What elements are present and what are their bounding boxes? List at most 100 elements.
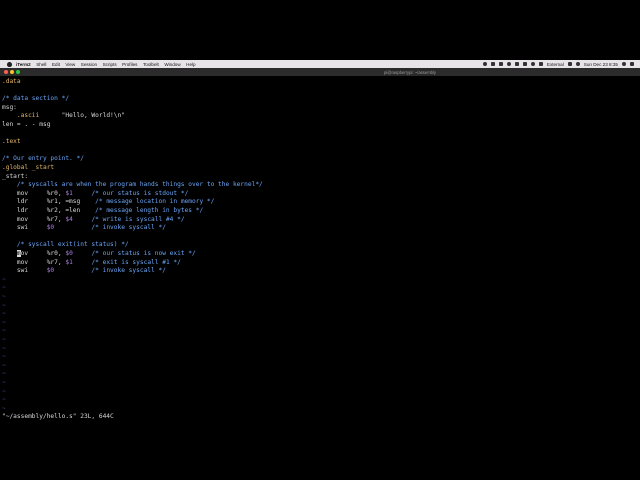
code-token: .ascii bbox=[16, 112, 40, 120]
code-line[interactable]: /* Our entry point. */ bbox=[2, 155, 84, 164]
window-titlebar[interactable]: pi@raspberrypi: ~/assembly bbox=[0, 68, 640, 76]
code-line[interactable]: msg: bbox=[2, 104, 17, 113]
code-token: .global _start bbox=[2, 164, 55, 171]
code-token: msg: bbox=[2, 103, 17, 111]
record-icon[interactable] bbox=[482, 62, 487, 66]
code-line[interactable]: mov %r7, $4 /* write is syscall #4 */ bbox=[2, 216, 185, 225]
menu-help[interactable]: Help bbox=[186, 62, 195, 67]
code-token: _start: bbox=[2, 172, 29, 180]
code-token: /* invoke syscall */ bbox=[91, 267, 166, 275]
code-line[interactable]: .global _start bbox=[2, 164, 54, 173]
code-line[interactable]: swi $0 /* invoke syscall */ bbox=[2, 267, 166, 276]
code-token: $0 bbox=[65, 250, 73, 257]
user-icon[interactable] bbox=[575, 62, 580, 66]
code-token: /* data section */ bbox=[2, 95, 70, 103]
code-token: mov %r0, bbox=[2, 189, 66, 197]
menu-profiles[interactable]: Profiles bbox=[122, 62, 137, 67]
code-token: mov %r7, bbox=[2, 258, 66, 266]
code-token: /* our status is stdout */ bbox=[91, 189, 189, 197]
menu-view[interactable]: View bbox=[65, 62, 75, 67]
code-token: /* exit is syscall #1 */ bbox=[91, 258, 181, 266]
menu-toolbelt[interactable]: Toolbelt bbox=[143, 62, 159, 67]
code-line[interactable]: mov %r7, $1 /* exit is syscall #1 */ bbox=[2, 259, 181, 268]
code-line[interactable]: /* syscall exit(int status) */ bbox=[2, 241, 129, 250]
close-window-button[interactable] bbox=[4, 70, 8, 74]
display-name[interactable]: External bbox=[547, 62, 564, 67]
notification-icon[interactable] bbox=[630, 62, 634, 66]
code-line[interactable]: mov %r0, $1 /* our status is stdout */ bbox=[2, 190, 188, 199]
code-line[interactable]: mov %r0, $0 /* our status is now exit */ bbox=[2, 250, 196, 259]
code-line[interactable]: ldr %r1, =msg /* message location in mem… bbox=[2, 198, 214, 207]
menubar-clock[interactable]: Sun Dec 23 8:35 bbox=[584, 62, 618, 67]
menu-shell[interactable]: Shell bbox=[36, 62, 46, 67]
code-token: swi bbox=[2, 267, 47, 275]
code-token: .data bbox=[2, 78, 21, 85]
empty-line-tilde: ~ bbox=[2, 293, 6, 300]
empty-line-tilde: ~ bbox=[2, 284, 6, 292]
empty-line-tilde: ~ bbox=[2, 275, 6, 283]
display-icon[interactable] bbox=[538, 62, 543, 66]
grid-icon[interactable] bbox=[522, 62, 527, 66]
apple-icon[interactable] bbox=[7, 61, 12, 67]
minimize-window-button[interactable] bbox=[10, 70, 14, 74]
empty-line-tilde: ~ bbox=[2, 370, 6, 378]
code-line[interactable]: _start: bbox=[2, 173, 28, 182]
battery-icon[interactable] bbox=[567, 62, 572, 66]
app-menu[interactable]: iTerm2 bbox=[16, 62, 31, 67]
code-token: $4 bbox=[65, 215, 73, 223]
vim-status-line: "~/assembly/hello.s" 23L, 644C bbox=[2, 413, 114, 420]
empty-line-tilde: ~ bbox=[2, 396, 6, 404]
code-token: ldr %r2, =len bbox=[2, 207, 96, 214]
empty-line-tilde: ~ bbox=[2, 361, 6, 369]
code-line[interactable]: /* data section */ bbox=[2, 95, 69, 104]
menu-window[interactable]: Window bbox=[164, 62, 180, 67]
empty-line-tilde: ~ bbox=[2, 310, 6, 318]
search-icon[interactable] bbox=[622, 62, 626, 66]
code-token: /* message location in memory */ bbox=[95, 198, 215, 206]
code-token: /* message length in bytes */ bbox=[95, 207, 204, 214]
code-line[interactable]: /* syscalls are when the program hands t… bbox=[2, 181, 263, 190]
menubar-tray: External Sun Dec 23 8:35 bbox=[482, 60, 634, 68]
sync-icon[interactable] bbox=[506, 62, 511, 66]
empty-line-tilde: ~ bbox=[2, 404, 6, 412]
code-line[interactable]: .ascii "Hello, World!\n" bbox=[2, 112, 125, 121]
wifi-icon[interactable] bbox=[530, 62, 535, 66]
empty-line-tilde: ~ bbox=[2, 301, 6, 309]
code-line[interactable]: .text bbox=[2, 138, 21, 147]
app-tray-icon[interactable] bbox=[490, 62, 495, 66]
terminal-editor[interactable]: .data /* data section */msg: .ascii "Hell… bbox=[0, 76, 640, 420]
menu-scripts[interactable]: Scripts bbox=[103, 62, 117, 67]
code-line[interactable]: ldr %r2, =len /* message length in bytes… bbox=[2, 207, 203, 216]
menu-session[interactable]: Session bbox=[81, 62, 97, 67]
code-token: /* write is syscall #4 */ bbox=[91, 215, 185, 223]
code-token: /* syscalls are when the program hands t… bbox=[2, 181, 263, 189]
code-token: $1 bbox=[65, 189, 73, 197]
code-token: .text bbox=[2, 138, 21, 146]
code-line[interactable]: swi $0 /* invoke syscall */ bbox=[2, 224, 166, 233]
code-token: ov %r0, bbox=[20, 250, 66, 257]
tools-icon[interactable] bbox=[514, 62, 519, 66]
code-line[interactable]: .data bbox=[2, 78, 21, 87]
code-line[interactable]: len = . - msg bbox=[2, 121, 50, 130]
empty-line-tilde: ~ bbox=[2, 318, 6, 326]
window-title: pi@raspberrypi: ~/assembly bbox=[383, 69, 437, 75]
empty-line-tilde: ~ bbox=[2, 379, 6, 386]
screen-tray-icon[interactable] bbox=[498, 62, 503, 66]
empty-line-tilde: ~ bbox=[2, 387, 6, 395]
zoom-window-button[interactable] bbox=[16, 70, 20, 74]
empty-line-tilde: ~ bbox=[2, 353, 6, 361]
code-token: "Hello, World!\n" bbox=[39, 112, 125, 120]
code-token: /* our status is now exit */ bbox=[91, 250, 196, 257]
menu-edit[interactable]: Edit bbox=[52, 62, 60, 67]
empty-line-tilde: ~ bbox=[2, 327, 6, 335]
code-token: /* Our entry point. */ bbox=[2, 155, 84, 163]
code-token: $1 bbox=[65, 258, 73, 266]
